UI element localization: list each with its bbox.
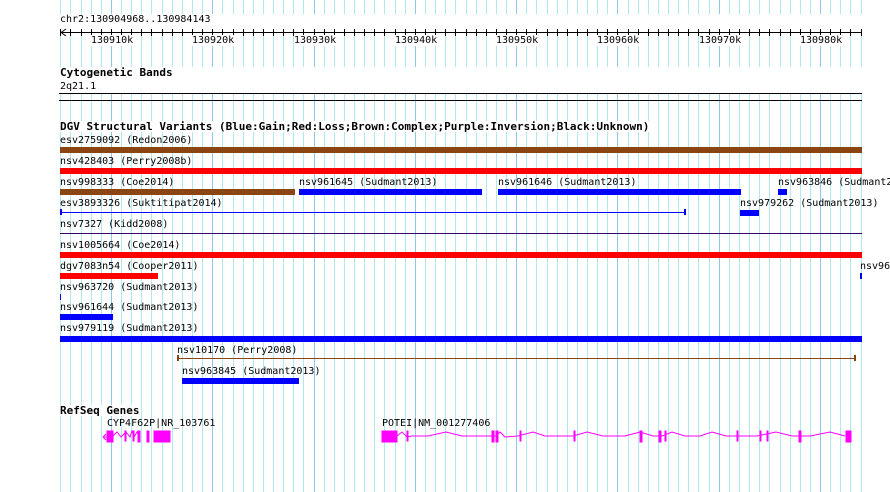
variant-label[interactable]: nsv96: [860, 261, 890, 272]
variant-label[interactable]: nsv979262 (Sudmant2013): [740, 198, 878, 209]
variant-feature[interactable]: [860, 273, 862, 279]
ruler-tick-label: 130980k: [800, 35, 843, 46]
variant-feature[interactable]: [60, 233, 862, 234]
variant-label[interactable]: nsv998333 (Coe2014): [60, 177, 174, 188]
ruler-tick-label: 130940k: [395, 35, 438, 46]
variant-label[interactable]: esv3893326 (Suktitipat2014): [60, 198, 223, 209]
variant-feature[interactable]: [60, 168, 862, 174]
variant-feature[interactable]: [60, 252, 862, 258]
variant-feature[interactable]: [60, 189, 295, 195]
variant-label[interactable]: esv2759092 (Redon2006): [60, 135, 192, 146]
ruler-tick-label: 130930k: [294, 35, 337, 46]
exon: [845, 430, 852, 443]
position-label: chr2:130904968..130984143: [60, 14, 211, 25]
variant-feature[interactable]: [60, 294, 61, 300]
variant-label[interactable]: nsv7327 (Kidd2008): [60, 219, 168, 230]
variant-end-marker: [684, 209, 686, 215]
exon: [381, 430, 398, 443]
refseq-track-title[interactable]: RefSeq Genes: [60, 405, 140, 416]
intron: [396, 431, 846, 438]
variant-label[interactable]: nsv963720 (Sudmant2013): [60, 282, 198, 293]
ruler-axis: [58, 26, 890, 36]
variant-label[interactable]: nsv1005664 (Coe2014): [60, 240, 180, 251]
variant-label[interactable]: nsv428403 (Perry2008b): [60, 156, 192, 167]
variant-feature[interactable]: [60, 314, 113, 320]
ruler-tick-label: 130970k: [699, 35, 742, 46]
cytoband-track-title[interactable]: Cytogenetic Bands: [60, 67, 173, 78]
variant-label[interactable]: nsv961645 (Sudmant2013): [299, 177, 437, 188]
gene-models[interactable]: [0, 428, 890, 444]
ruler-tick-label: 130950k: [496, 35, 539, 46]
variant-feature[interactable]: [60, 273, 158, 279]
ruler-tick-label: 130960k: [597, 35, 640, 46]
genome-browser-view: chr2:130904968..130984143 130910k 130920k…: [0, 0, 890, 492]
variant-feature[interactable]: [60, 212, 686, 213]
variant-end-marker: [854, 355, 856, 361]
variant-label[interactable]: nsv961646 (Sudmant2013): [498, 177, 636, 188]
variant-end-marker: [60, 209, 62, 215]
variant-feature[interactable]: [177, 358, 856, 359]
variant-feature[interactable]: [60, 147, 862, 153]
variant-feature[interactable]: [498, 189, 741, 195]
variant-feature[interactable]: [60, 336, 862, 342]
variant-feature[interactable]: [299, 189, 482, 195]
variant-feature[interactable]: [740, 210, 759, 216]
variant-label[interactable]: nsv963845 (Sudmant2013): [182, 366, 320, 377]
variant-feature[interactable]: [778, 189, 787, 195]
variant-label[interactable]: nsv10170 (Perry2008): [177, 345, 297, 356]
ruler-tick-label: 130920k: [192, 35, 235, 46]
variant-end-marker: [177, 355, 179, 361]
dgv-track-title[interactable]: DGV Structural Variants (Blue:Gain;Red:L…: [60, 121, 650, 132]
variant-label[interactable]: nsv963846 (Sudmant2013): [778, 177, 890, 188]
variant-feature[interactable]: [182, 378, 299, 384]
variant-label[interactable]: nsv961644 (Sudmant2013): [60, 302, 198, 313]
exon: [106, 430, 114, 443]
variant-label[interactable]: nsv979119 (Sudmant2013): [60, 323, 198, 334]
cytoband-line: [59, 93, 862, 94]
variant-label[interactable]: dgv7083n54 (Cooper2011): [60, 261, 198, 272]
cytoband-line: [59, 100, 862, 101]
ruler-tick-label: 130910k: [91, 35, 134, 46]
cytoband-label[interactable]: 2q21.1: [60, 81, 96, 92]
exon: [157, 430, 171, 443]
